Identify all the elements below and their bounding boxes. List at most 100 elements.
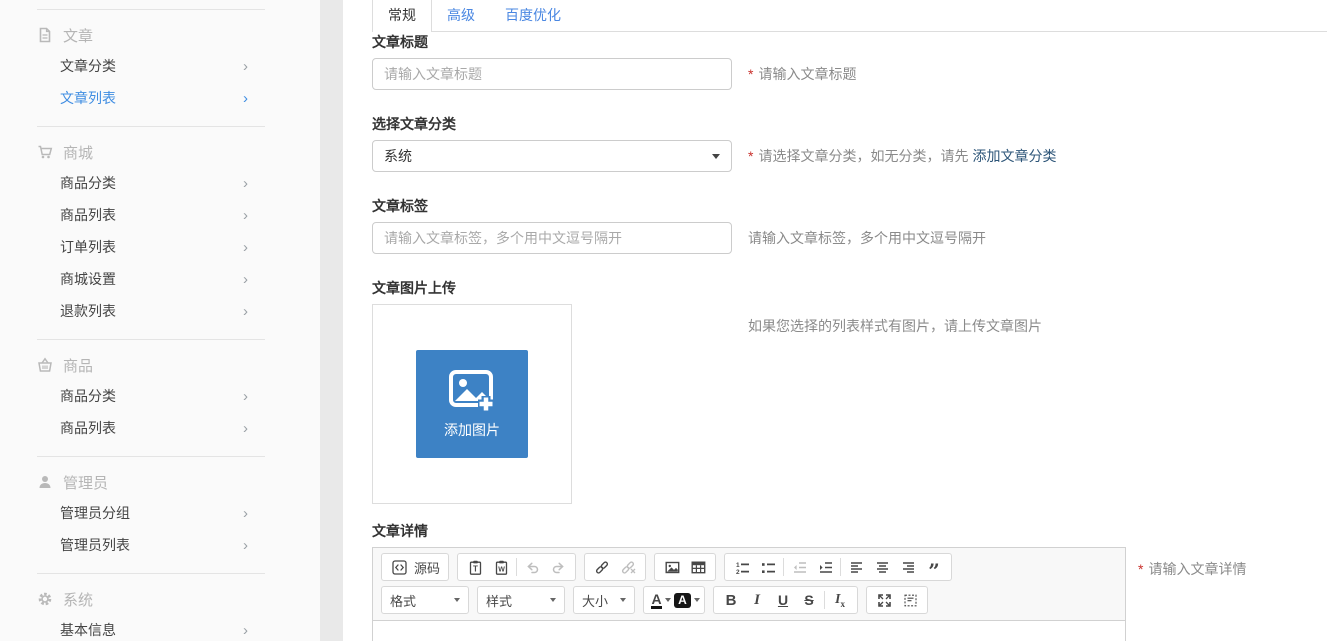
unlink-icon: [620, 560, 636, 575]
title-input[interactable]: [372, 58, 732, 90]
content-label: 文章详情: [372, 521, 1327, 541]
chevron-right-icon: ›: [243, 389, 248, 404]
sidebar-item-mall-settings[interactable]: 商城设置 ›: [0, 263, 320, 295]
tags-input[interactable]: [372, 222, 732, 254]
sidebar-item-article-categories[interactable]: 文章分类 ›: [0, 50, 320, 82]
italic-button[interactable]: I: [744, 588, 770, 612]
toolbar-group-basicstyles: B I U S Ix: [713, 586, 858, 614]
tab-general[interactable]: 常规: [372, 0, 432, 32]
strikethrough-button[interactable]: S: [796, 588, 822, 612]
unlink-button[interactable]: [615, 555, 641, 579]
divider: [37, 126, 265, 127]
unordered-list-button[interactable]: [755, 555, 781, 579]
underline-button[interactable]: U: [770, 588, 796, 612]
sidebar-section-label: 文章: [63, 25, 93, 46]
divider: [37, 9, 265, 10]
chevron-right-icon: ›: [243, 59, 248, 74]
sidebar-item-basic-info[interactable]: 基本信息 ›: [0, 614, 320, 641]
align-right-button[interactable]: [895, 555, 921, 579]
toolbar-separator: [824, 591, 825, 609]
sidebar-item-admin-list[interactable]: 管理员列表 ›: [0, 529, 320, 561]
sidebar-item-order-list[interactable]: 订单列表 ›: [0, 231, 320, 263]
redo-button[interactable]: [545, 555, 571, 579]
align-left-button[interactable]: [843, 555, 869, 579]
rich-text-editor: 源码 T W: [372, 547, 1126, 641]
sidebar-item-admin-groups[interactable]: 管理员分组 ›: [0, 497, 320, 529]
sidebar-item-label: 退款列表: [60, 301, 116, 321]
unordered-list-icon: [761, 560, 776, 575]
toolbar-row-1: 源码 T W: [381, 553, 1117, 581]
link-icon: [594, 560, 610, 575]
toolbar-group-source: 源码: [381, 553, 449, 581]
image-plus-icon: [446, 368, 498, 416]
caret-down-icon: [694, 598, 700, 602]
editor-content[interactable]: [373, 621, 1125, 641]
insert-table-button[interactable]: [685, 555, 711, 579]
sidebar-item-article-list[interactable]: 文章列表 ›: [0, 82, 320, 114]
size-dropdown-label: 大小: [582, 591, 608, 610]
tab-advanced[interactable]: 高级: [432, 0, 490, 31]
sidebar-section-header: 文章: [0, 20, 320, 50]
insert-image-button[interactable]: [659, 555, 685, 579]
chevron-right-icon: ›: [243, 272, 248, 287]
outdent-button[interactable]: [786, 555, 812, 579]
insert-image-icon: [665, 560, 680, 575]
add-category-link[interactable]: 添加文章分类: [972, 148, 1056, 164]
paste-text-button[interactable]: T: [462, 555, 488, 579]
sidebar-item-goods-list[interactable]: 商品列表 ›: [0, 412, 320, 444]
sidebar-section-header: 商品: [0, 350, 320, 380]
show-blocks-button[interactable]: [897, 588, 923, 612]
bg-color-button[interactable]: A: [674, 588, 700, 612]
caret-down-icon: [550, 598, 556, 602]
sidebar-item-label: 订单列表: [60, 237, 116, 257]
category-label: 选择文章分类: [372, 114, 1327, 134]
tab-baidu-seo[interactable]: 百度优化: [490, 0, 576, 31]
sidebar-item-goods-categories[interactable]: 商品分类 ›: [0, 380, 320, 412]
bg-color-icon: A: [674, 593, 691, 608]
sidebar-section-article: 文章 文章分类 › 文章列表 ›: [0, 9, 320, 114]
toolbar-separator: [783, 558, 784, 576]
source-button[interactable]: [386, 555, 412, 579]
add-image-button[interactable]: 添加图片: [416, 350, 528, 458]
sidebar-gutter: [320, 0, 343, 641]
sidebar-item-label: 商品列表: [60, 205, 116, 225]
form-group-content: 文章详情 源码 T: [372, 521, 1327, 641]
sidebar-item-refund-list[interactable]: 退款列表 ›: [0, 295, 320, 327]
maximize-button[interactable]: [871, 588, 897, 612]
category-select[interactable]: 系统: [372, 140, 732, 172]
svg-text:2: 2: [736, 569, 740, 575]
style-dropdown[interactable]: 样式: [477, 586, 565, 614]
undo-button[interactable]: [519, 555, 545, 579]
format-dropdown[interactable]: 格式: [381, 586, 469, 614]
align-center-button[interactable]: [869, 555, 895, 579]
sidebar-item-product-categories[interactable]: 商品分类 ›: [0, 167, 320, 199]
bold-button[interactable]: B: [718, 588, 744, 612]
size-dropdown[interactable]: 大小: [573, 586, 635, 614]
content-hint: *请输入文章详情: [1138, 547, 1246, 579]
toolbar-group-colors: A A: [643, 586, 705, 614]
form-group-category: 选择文章分类 系统 *请选择文章分类，如无分类，请先添加文章分类: [372, 114, 1327, 172]
sidebar-item-label: 商品分类: [60, 386, 116, 406]
remove-format-button[interactable]: Ix: [827, 588, 853, 612]
tab-bar: 常规 高级 百度优化: [372, 0, 1327, 32]
chevron-right-icon: ›: [243, 623, 248, 638]
divider: [37, 573, 265, 574]
paste-word-button[interactable]: W: [488, 555, 514, 579]
toolbar-group-clipboard: T W: [457, 553, 576, 581]
sidebar-item-label: 管理员列表: [60, 535, 130, 555]
redo-icon: [551, 560, 566, 575]
text-color-button[interactable]: A: [648, 588, 674, 612]
paste-text-icon: T: [468, 560, 483, 575]
sidebar-item-product-list[interactable]: 商品列表 ›: [0, 199, 320, 231]
undo-icon: [525, 560, 540, 575]
blockquote-button[interactable]: ”: [921, 551, 947, 583]
sidebar-item-label: 文章列表: [60, 88, 116, 108]
link-button[interactable]: [589, 555, 615, 579]
image-upload-dropzone[interactable]: 添加图片: [372, 304, 572, 504]
indent-button[interactable]: [812, 555, 838, 579]
ordered-list-button[interactable]: 12: [729, 555, 755, 579]
sidebar-section-header: 系统: [0, 584, 320, 614]
sidebar-section-mall: 商城 商品分类 › 商品列表 › 订单列表 › 商城设置 › 退款列表 ›: [0, 126, 320, 327]
sidebar-item-label: 文章分类: [60, 56, 116, 76]
source-button-label: 源码: [414, 558, 440, 577]
